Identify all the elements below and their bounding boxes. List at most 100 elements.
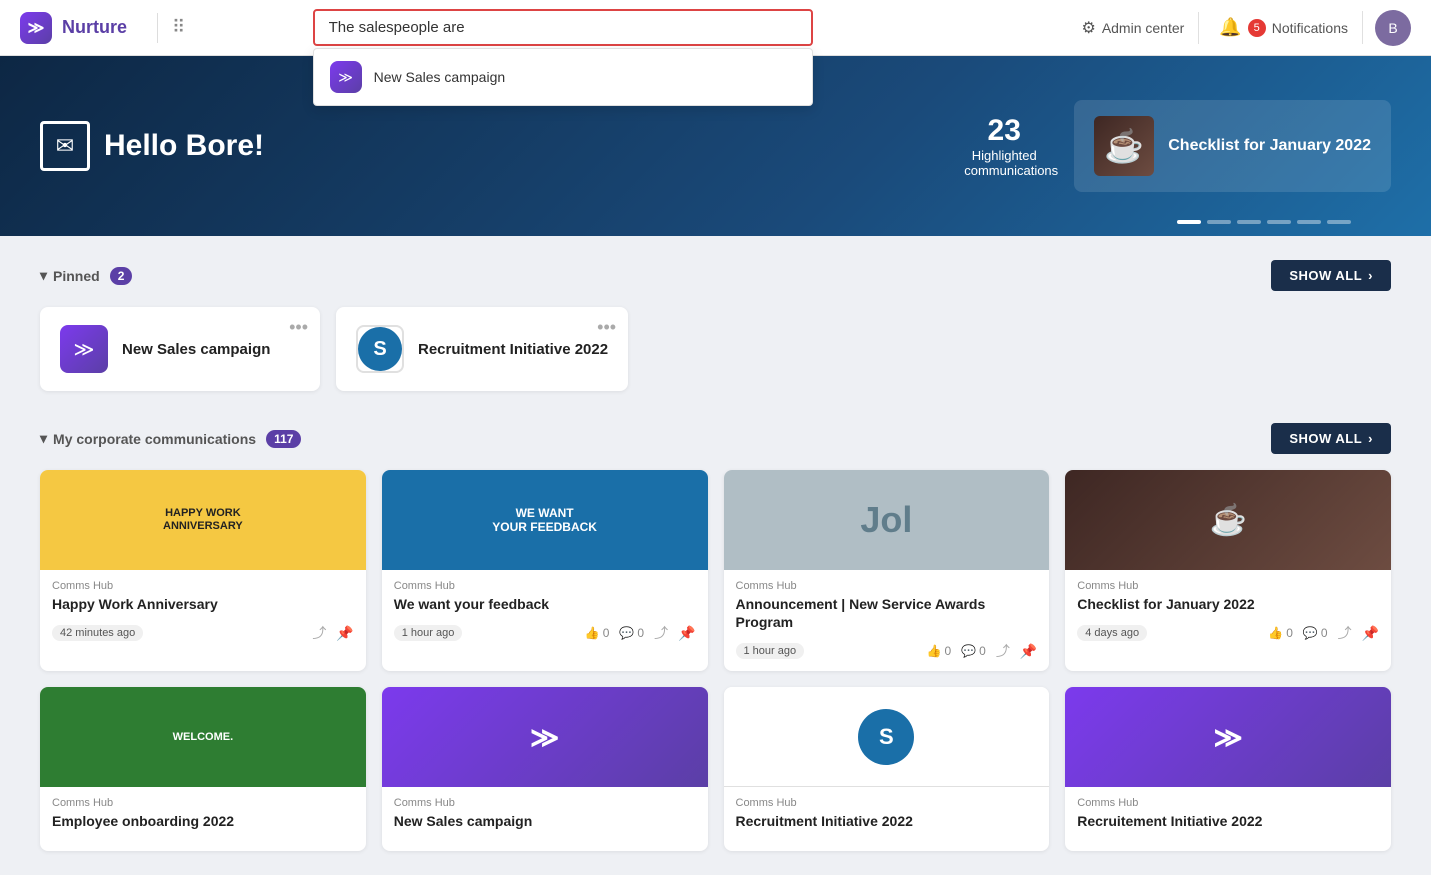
card-thumbnail: HAPPY WORKANNIVERSARY (40, 470, 366, 570)
avatar[interactable]: B (1375, 10, 1411, 46)
like-action[interactable]: 👍 0 (585, 626, 610, 640)
card-time: 1 hour ago (736, 643, 805, 659)
pinned-show-all-button[interactable]: SHOW ALL › (1271, 260, 1391, 291)
comms-badge: 117 (266, 430, 301, 448)
comm-hub-label: Comms Hub (394, 580, 696, 592)
comm-card[interactable]: WELCOME. Comms Hub Employee onboarding 2… (40, 687, 366, 850)
card-thumbnail: WELCOME. (40, 687, 366, 787)
comment-action[interactable]: 💬 0 (1303, 626, 1328, 640)
search-result-icon: ≫ (330, 61, 362, 93)
hero-dot-1[interactable] (1177, 220, 1201, 224)
comm-hub-label: Comms Hub (736, 580, 1038, 592)
pinned-card[interactable]: S Recruitment Initiative 2022 ••• (336, 307, 628, 391)
featured-title: Checklist for January 2022 (1168, 137, 1371, 155)
search-wrapper: ≫ New Sales campaign (313, 9, 813, 46)
card-body: Comms Hub Happy Work Anniversary (40, 570, 366, 617)
comms-toggle[interactable]: ▾ My corporate communications (40, 430, 256, 447)
highlighted-comms[interactable]: 23 Highlighted communications (934, 114, 1074, 178)
card-title: We want your feedback (394, 595, 696, 613)
pinned-card-title: Recruitment Initiative 2022 (418, 341, 608, 358)
share-icon[interactable]: ⤴ (996, 641, 1010, 661)
hero-right: 23 Highlighted communications ☕ Checklis… (934, 100, 1391, 192)
card-title: Recruitment Initiative 2022 (736, 812, 1038, 830)
hero-dot-4[interactable] (1267, 220, 1291, 224)
pin-icon[interactable]: 📌 (336, 625, 353, 642)
share-icon[interactable]: ⤴ (654, 623, 668, 643)
featured-card[interactable]: ☕ Checklist for January 2022 (1074, 100, 1391, 192)
hero-dot-5[interactable] (1297, 220, 1321, 224)
share-icon[interactable]: ⤴ (1338, 623, 1352, 643)
card-title: Checklist for January 2022 (1077, 595, 1379, 613)
comment-icon: 💬 (619, 626, 634, 640)
comm-card[interactable]: HAPPY WORKANNIVERSARY Comms Hub Happy Wo… (40, 470, 366, 671)
card-title: Announcement | New Service Awards Progra… (736, 595, 1038, 631)
navbar-divider (157, 13, 158, 43)
more-options-icon[interactable]: ••• (597, 317, 616, 338)
card-footer: 4 days ago 👍 0 💬 0 ⤴ 📌 (1065, 617, 1391, 653)
like-action[interactable]: 👍 0 (1268, 626, 1293, 640)
search-result-item[interactable]: ≫ New Sales campaign (314, 49, 812, 105)
comm-card[interactable]: ≫ Comms Hub New Sales campaign (382, 687, 708, 850)
chevron-down-icon: ▾ (40, 430, 47, 447)
bell-icon: 🔔 (1219, 17, 1241, 38)
comm-hub-label: Comms Hub (1077, 797, 1379, 809)
pin-icon[interactable]: 📌 (678, 625, 695, 642)
more-options-icon[interactable]: ••• (289, 317, 308, 338)
search-input[interactable] (313, 9, 813, 46)
admin-center-button[interactable]: ⚙ Admin center (1067, 12, 1199, 44)
card-body: Comms Hub Recruitment Initiative 2022 (724, 787, 1050, 834)
comms-grid: HAPPY WORKANNIVERSARY Comms Hub Happy Wo… (40, 470, 1391, 851)
like-icon: 👍 (927, 644, 942, 658)
card-body: Comms Hub Recruitement Initiative 2022 (1065, 787, 1391, 834)
notifications-button[interactable]: 🔔 5 Notifications (1205, 11, 1363, 44)
comm-hub-label: Comms Hub (1077, 580, 1379, 592)
card-thumbnail: ≫ (1065, 687, 1391, 787)
search-dropdown: ≫ New Sales campaign (313, 48, 813, 106)
hero-dots (1177, 220, 1351, 224)
card-body: Comms Hub Employee onboarding 2022 (40, 787, 366, 834)
app-name: Nurture (62, 17, 127, 38)
pinned-toggle[interactable]: ▾ Pinned (40, 267, 100, 284)
card-title: New Sales campaign (394, 812, 696, 830)
navbar: ≫ Nurture ⠿ ≫ New Sales campaign ⚙ Admin… (0, 0, 1431, 56)
share-icon[interactable]: ⤴ (312, 623, 326, 643)
comment-action[interactable]: 💬 0 (961, 644, 986, 658)
hero-greeting: ✉ Hello Bore! (40, 121, 264, 171)
grid-icon[interactable]: ⠿ (172, 17, 185, 38)
like-action[interactable]: 👍 0 (927, 644, 952, 658)
comm-hub-label: Comms Hub (52, 797, 354, 809)
pin-icon[interactable]: 📌 (1362, 625, 1379, 642)
arrow-right-icon: › (1368, 431, 1373, 446)
arrow-right-icon: › (1368, 268, 1373, 283)
card-title: Recruitement Initiative 2022 (1077, 812, 1379, 830)
card-time: 42 minutes ago (52, 625, 143, 641)
card-footer: 1 hour ago 👍 0 💬 0 ⤴ 📌 (382, 617, 708, 653)
comm-hub-label: Comms Hub (52, 580, 354, 592)
hero-dot-6[interactable] (1327, 220, 1351, 224)
comm-card[interactable]: Jol Comms Hub Announcement | New Service… (724, 470, 1050, 671)
comment-action[interactable]: 💬 0 (619, 626, 644, 640)
comm-card[interactable]: WE WANTYOUR FEEDBACK Comms Hub We want y… (382, 470, 708, 671)
comm-card[interactable]: ☕ Comms Hub Checklist for January 2022 4… (1065, 470, 1391, 671)
card-footer: 1 hour ago 👍 0 💬 0 ⤴ 📌 (724, 635, 1050, 671)
card-thumbnail: S (724, 687, 1050, 787)
app-logo[interactable]: ≫ Nurture (20, 12, 127, 44)
hero-dot-2[interactable] (1207, 220, 1231, 224)
card-title: Happy Work Anniversary (52, 595, 354, 613)
pinned-card[interactable]: ≫ New Sales campaign ••• (40, 307, 320, 391)
navbar-right: ⚙ Admin center 🔔 5 Notifications B (1067, 10, 1411, 46)
card-footer: 42 minutes ago ⤴ 📌 (40, 617, 366, 653)
pinned-card-icon-semos: S (356, 325, 404, 373)
comm-hub-label: Comms Hub (394, 797, 696, 809)
featured-thumbnail: ☕ (1094, 116, 1154, 176)
comms-show-all-button[interactable]: SHOW ALL › (1271, 423, 1391, 454)
comm-card[interactable]: ≫ Comms Hub Recruitement Initiative 2022 (1065, 687, 1391, 850)
settings-icon: ⚙ (1081, 18, 1095, 38)
hero-dot-3[interactable] (1237, 220, 1261, 224)
card-body: Comms Hub Announcement | New Service Awa… (724, 570, 1050, 635)
pin-icon[interactable]: 📌 (1020, 643, 1037, 660)
comm-card[interactable]: S Comms Hub Recruitment Initiative 2022 (724, 687, 1050, 850)
card-time: 1 hour ago (394, 625, 463, 641)
comms-section-header: ▾ My corporate communications 117 SHOW A… (40, 423, 1391, 454)
highlighted-count: 23 (988, 114, 1021, 148)
